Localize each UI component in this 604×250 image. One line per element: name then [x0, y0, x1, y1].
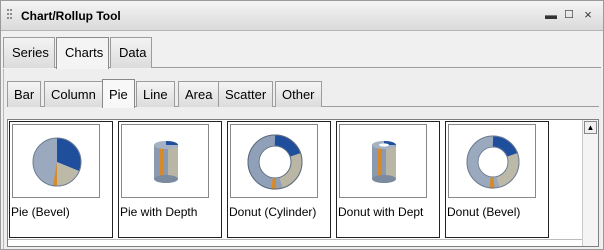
main-tab-strip: Series Charts Data	[3, 37, 601, 69]
donut-depth-preview	[339, 124, 427, 198]
chart-style-label: Donut (Bevel)	[447, 205, 521, 219]
chart-style-list: Pie (Bevel) Pie with Depth Donut (Cylind…	[7, 119, 599, 247]
donut-cylinder-preview	[230, 124, 318, 198]
chart-style-donut-cylinder[interactable]: Donut (Cylinder)	[227, 121, 331, 238]
tab-pie[interactable]: Pie	[102, 79, 135, 108]
pie-bevel-icon	[32, 137, 82, 187]
drag-grip-icon[interactable]	[7, 9, 13, 23]
chart-style-pie-depth[interactable]: Pie with Depth	[118, 121, 222, 238]
chart-type-tab-strip: Bar Column Pie Line Area Scatter Other	[7, 79, 599, 108]
donut-depth-icon	[372, 141, 396, 183]
donut-bevel-icon	[466, 135, 520, 189]
pie-depth-preview	[121, 124, 209, 198]
pie-depth-icon	[154, 141, 178, 183]
maximize-button[interactable]: ☐	[562, 8, 576, 22]
scroll-up-arrow-icon[interactable]: ▲	[584, 121, 597, 134]
chart-style-label: Donut (Cylinder)	[229, 205, 317, 219]
tab-line[interactable]: Line	[136, 81, 175, 107]
tab-other[interactable]: Other	[275, 81, 322, 107]
chart-style-label: Pie (Bevel)	[11, 205, 70, 219]
close-button[interactable]: ×	[581, 8, 595, 22]
minimize-button[interactable]: ▬	[544, 8, 558, 22]
chart-style-label: Donut with Dept	[338, 205, 424, 219]
chart-style-pie-bevel[interactable]: Pie (Bevel)	[9, 121, 113, 238]
tab-area[interactable]: Area	[178, 81, 220, 107]
list-divider	[8, 239, 582, 240]
tab-bar[interactable]: Bar	[7, 81, 42, 107]
tab-data[interactable]: Data	[110, 37, 152, 68]
window-title: Chart/Rollup Tool	[21, 9, 121, 23]
tab-column[interactable]: Column	[44, 81, 103, 107]
chart-style-label: Pie with Depth	[120, 205, 198, 219]
tab-scatter[interactable]: Scatter	[218, 81, 274, 107]
chart-rollup-window: Chart/Rollup Tool ▬ ☐ × Series Charts Da…	[0, 0, 604, 250]
chart-style-donut-bevel[interactable]: Donut (Bevel)	[445, 121, 549, 238]
vertical-scrollbar[interactable]: ▲	[582, 120, 598, 246]
tab-series[interactable]: Series	[3, 37, 55, 68]
charts-panel: Bar Column Pie Line Area Scatter Other P…	[3, 69, 601, 249]
tab-charts[interactable]: Charts	[56, 37, 109, 69]
chart-style-donut-depth[interactable]: Donut with Dept	[336, 121, 440, 238]
donut-bevel-preview	[448, 124, 536, 198]
donut-cylinder-icon	[247, 134, 303, 190]
pie-bevel-preview	[12, 124, 100, 198]
title-bar[interactable]: Chart/Rollup Tool ▬ ☐ ×	[1, 1, 603, 31]
